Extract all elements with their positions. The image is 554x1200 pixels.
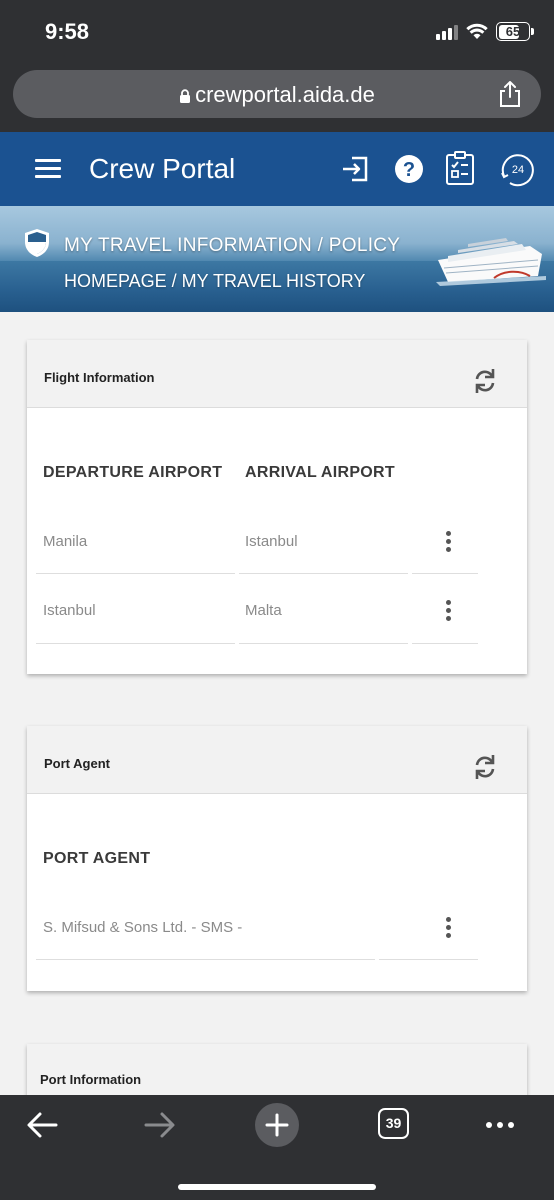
- page-banner: MY TRAVEL INFORMATION / POLICY HOMEPAGE …: [0, 206, 554, 312]
- svg-text:24: 24: [512, 164, 524, 176]
- browser-top-chrome: 9:58 65 crewportal.aida.de: [0, 0, 554, 132]
- card-title: Port Agent: [44, 756, 110, 771]
- url-text: crewportal.aida.de: [195, 82, 375, 107]
- app-title: Crew Portal: [89, 153, 236, 184]
- row-menu-icon[interactable]: [446, 917, 452, 941]
- row-menu-icon[interactable]: [446, 600, 452, 624]
- shield-icon: [25, 229, 49, 257]
- card-header: Flight Information: [27, 340, 527, 408]
- cellular-signal-icon: [436, 24, 458, 40]
- battery-icon: 65: [496, 22, 534, 41]
- share-icon[interactable]: [497, 80, 523, 108]
- main-content[interactable]: Flight Information DEPARTURE AIRPORT ARR…: [0, 312, 554, 1095]
- arrival-cell: Malta: [245, 602, 282, 619]
- home-indicator: [178, 1184, 376, 1190]
- battery-level: 65: [505, 24, 521, 39]
- forward-arrow-icon[interactable]: [144, 1111, 176, 1139]
- column-header-departure: DEPARTURE AIRPORT: [43, 464, 223, 481]
- card-header: Port Agent: [27, 726, 527, 794]
- status-clock: 9:58: [45, 19, 90, 44]
- status-bar: 9:58 65: [0, 0, 554, 64]
- cruise-ship-image: [436, 238, 546, 286]
- checklist-icon[interactable]: [444, 150, 476, 186]
- support-24-icon[interactable]: 24: [498, 150, 536, 188]
- column-header-port-agent: PORT AGENT: [43, 850, 151, 867]
- card-title: Port Information: [40, 1072, 142, 1087]
- refresh-icon[interactable]: [473, 752, 497, 782]
- banner-title: MY TRAVEL INFORMATION / POLICY: [64, 235, 401, 256]
- port-information-card: Port Information: [27, 1044, 527, 1095]
- back-arrow-icon[interactable]: [26, 1111, 58, 1139]
- port-agent-card: Port Agent PORT AGENT S. Mifsud & Sons L…: [27, 726, 527, 991]
- logout-icon[interactable]: [340, 153, 370, 185]
- svg-text:?: ?: [403, 159, 415, 181]
- row-menu-icon[interactable]: [446, 531, 452, 555]
- card-header: Port Information: [27, 1044, 527, 1095]
- url-bar[interactable]: crewportal.aida.de: [13, 70, 541, 118]
- departure-cell: Istanbul: [43, 602, 96, 619]
- new-tab-button[interactable]: [255, 1103, 299, 1147]
- refresh-icon[interactable]: [473, 366, 497, 396]
- port-agent-cell: S. Mifsud & Sons Ltd. - SMS -: [43, 919, 243, 936]
- departure-cell: Manila: [43, 533, 88, 550]
- lock-icon: [180, 89, 191, 103]
- breadcrumb[interactable]: HOMEPAGE / MY TRAVEL HISTORY: [64, 271, 365, 292]
- card-title: Flight Information: [44, 370, 155, 385]
- wifi-icon: [466, 23, 488, 39]
- help-icon[interactable]: ?: [394, 153, 424, 185]
- app-header: Crew Portal ? 24: [0, 132, 554, 206]
- plus-icon: [265, 1113, 289, 1137]
- menu-icon[interactable]: [35, 159, 61, 179]
- arrival-cell: Istanbul: [245, 533, 298, 550]
- more-options-icon[interactable]: [486, 1122, 514, 1128]
- column-header-arrival: ARRIVAL AIRPORT: [245, 464, 395, 481]
- tabs-button[interactable]: 39: [378, 1108, 409, 1139]
- flight-information-card: Flight Information DEPARTURE AIRPORT ARR…: [27, 340, 527, 674]
- status-icons: 65: [436, 22, 534, 41]
